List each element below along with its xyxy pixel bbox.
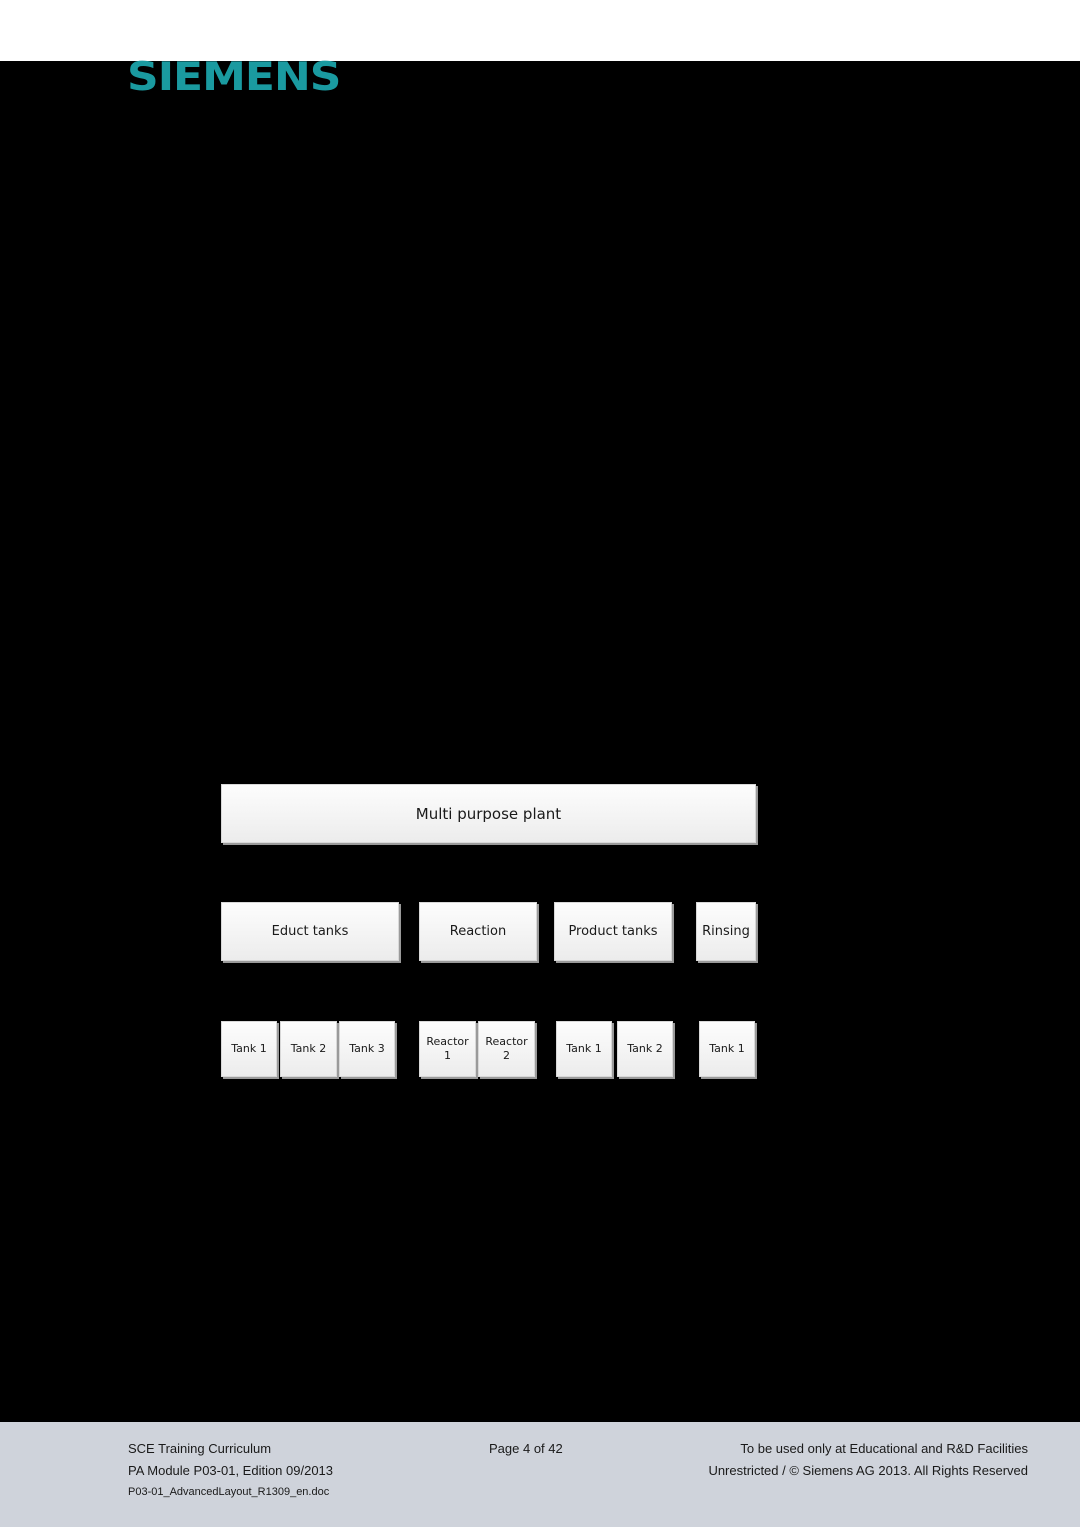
- diagram-node-educt-tank-3: Tank 3: [339, 1021, 395, 1077]
- page-footer: SCE Training Curriculum PA Module P03-01…: [0, 1422, 1080, 1527]
- diagram-node-reaction: Reaction: [419, 902, 537, 961]
- diagram-node-product-tank-1: Tank 1: [556, 1021, 612, 1077]
- diagram-node-label: Multi purpose plant: [415, 804, 562, 823]
- footer-filename: P03-01_AdvancedLayout_R1309_en.doc: [128, 1486, 330, 1498]
- diagram-node-product-tanks: Product tanks: [554, 902, 672, 961]
- diagram-node-reactor-2: Reactor 2: [478, 1021, 535, 1077]
- page-body: [0, 61, 1080, 1422]
- diagram-node-label: Reactor 1: [426, 1035, 469, 1062]
- diagram-node-label: Reactor 2: [485, 1035, 528, 1062]
- diagram-node-rinsing-tank-1: Tank 1: [699, 1021, 755, 1077]
- diagram-node-label: Rinsing: [702, 924, 750, 939]
- diagram-node-label: Tank 1: [566, 1042, 602, 1055]
- diagram-node-label: Tank 1: [709, 1042, 745, 1055]
- diagram-node-label: Tank 2: [290, 1042, 327, 1055]
- diagram-node-rinsing: Rinsing: [696, 902, 756, 961]
- diagram-node-educt-tank-1: Tank 1: [221, 1021, 277, 1077]
- diagram-node-label: Tank 3: [349, 1042, 385, 1055]
- page-top-margin: [0, 0, 1080, 61]
- diagram-node-educt-tanks: Educt tanks: [221, 902, 399, 961]
- footer-page-number: Page 4 of 42: [489, 1441, 563, 1456]
- siemens-logo: SIEMENS: [127, 54, 341, 101]
- footer-usage-note: To be used only at Educational and R&D F…: [740, 1441, 1028, 1456]
- diagram-node-label: Tank 2: [627, 1042, 663, 1055]
- diagram-node-label: Reaction: [449, 924, 507, 939]
- diagram-node-educt-tank-2: Tank 2: [280, 1021, 337, 1077]
- diagram-node-root: Multi purpose plant: [221, 784, 756, 843]
- diagram-node-label: Product tanks: [568, 924, 658, 939]
- diagram-node-reactor-1: Reactor 1: [419, 1021, 476, 1077]
- diagram-node-label: Tank 1: [231, 1042, 267, 1055]
- diagram-node-label: Educt tanks: [271, 924, 349, 939]
- footer-copyright: Unrestricted / © Siemens AG 2013. All Ri…: [708, 1463, 1028, 1478]
- footer-module-edition: PA Module P03-01, Edition 09/2013: [128, 1463, 334, 1478]
- diagram-node-product-tank-2: Tank 2: [617, 1021, 673, 1077]
- footer-curriculum: SCE Training Curriculum: [128, 1441, 272, 1456]
